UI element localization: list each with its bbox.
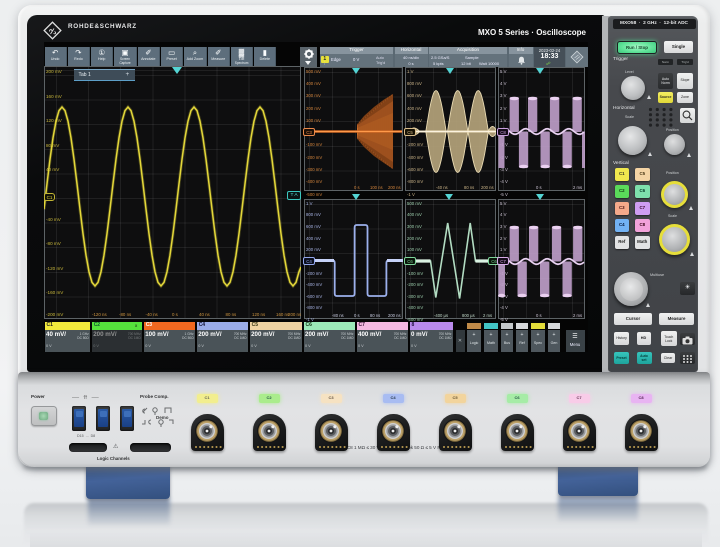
svg-text:Demo: Demo [156,415,169,420]
